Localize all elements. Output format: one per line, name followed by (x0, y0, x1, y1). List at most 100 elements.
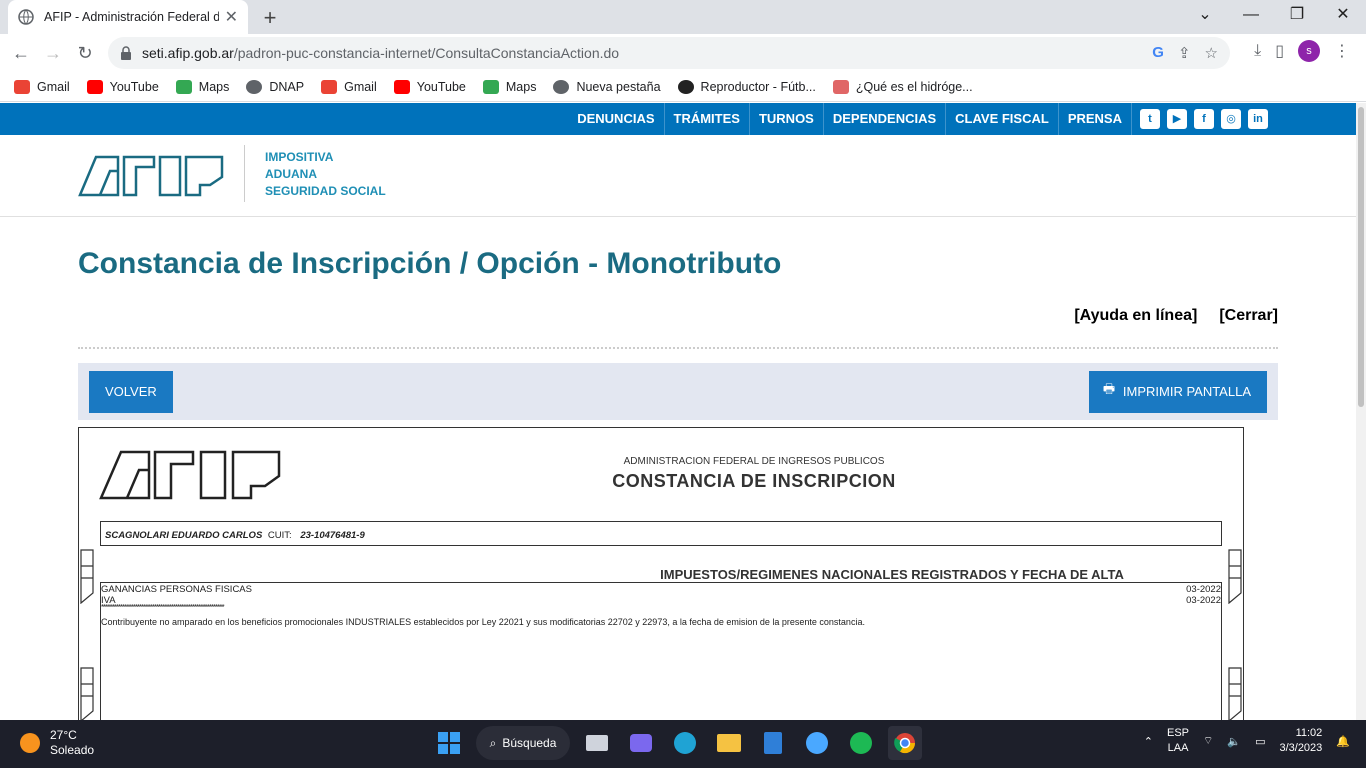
back-button[interactable]: VOLVER (89, 371, 173, 413)
wifi-icon[interactable]: ⌔ (1203, 734, 1213, 748)
maps-app-icon[interactable] (800, 726, 834, 760)
taxpayer-box: SCAGNOLARI EDUARDO CARLOS CUIT: 23-10476… (100, 521, 1222, 546)
tab-search-icon[interactable]: ⌄ (1182, 4, 1228, 26)
tray-chevron-icon[interactable]: ⌃ (1144, 735, 1153, 748)
menu-icon[interactable]: ⋮ (1334, 41, 1350, 61)
linkedin-icon[interactable]: in (1248, 109, 1268, 129)
bookmark-item[interactable]: Reproductor - Fútb... (677, 79, 816, 94)
globe-icon (246, 79, 263, 94)
notepad-icon[interactable] (756, 726, 790, 760)
web-page: DENUNCIAS TRÁMITES TURNOS DEPENDENCIAS CLAVE… (0, 103, 1356, 720)
edge-icon[interactable] (668, 726, 702, 760)
bookmark-item[interactable]: Gmail (14, 79, 70, 94)
clock-time: 11:02 (1295, 727, 1323, 739)
tab-close-icon[interactable]: ✕ (225, 7, 238, 27)
avatar[interactable]: s (1298, 40, 1320, 62)
language-indicator[interactable]: ESP LAA (1167, 726, 1189, 756)
minimize-icon[interactable]: — (1228, 4, 1274, 26)
weather-widget[interactable]: 27°C Soleado (20, 728, 94, 758)
task-view-icon[interactable] (580, 726, 614, 760)
clock[interactable]: 11:02 3/3/2023 (1279, 726, 1322, 756)
file-explorer-icon[interactable] (712, 726, 746, 760)
page-scrollbar[interactable] (1356, 103, 1366, 720)
facebook-icon[interactable]: f (1194, 109, 1214, 129)
bookmark-item[interactable]: Maps (175, 79, 230, 94)
scrollbar-thumb[interactable] (1358, 107, 1364, 407)
bookmark-item[interactable]: Gmail (321, 79, 377, 94)
nav-item[interactable]: DENUNCIAS (568, 103, 665, 135)
nav-item[interactable]: PRENSA (1059, 103, 1132, 135)
url-host: seti.afip.gob.ar (142, 45, 234, 61)
lock-icon (121, 46, 131, 60)
side-panel-icon[interactable]: ▯ (1275, 41, 1284, 61)
help-links: [Ayuda en línea] [Cerrar] (1074, 307, 1278, 325)
back-icon[interactable]: ← (8, 40, 34, 66)
url-path: /padron-puc-constancia-internet/Consulta… (233, 45, 620, 61)
afip-logo[interactable] (78, 155, 224, 197)
temperature: 27°C (50, 728, 77, 742)
instagram-icon[interactable]: ◎ (1221, 109, 1241, 129)
search-label: Búsqueda (502, 736, 557, 750)
separator-line: ****************************************… (101, 603, 225, 612)
bookmark-item[interactable]: YouTube (393, 79, 466, 94)
twitter-icon[interactable]: t (1140, 109, 1160, 129)
header-divider (244, 145, 245, 202)
weather-condition: Soleado (50, 743, 95, 757)
browser-toolbar: ← → ↻ seti.afip.gob.ar/padron-puc-consta… (0, 34, 1366, 72)
taxpayer-name: SCAGNOLARI EDUARDO CARLOS (105, 530, 263, 541)
document-org: ADMINISTRACION FEDERAL DE INGRESOS PUBLI… (623, 456, 885, 467)
bookmark-star-icon[interactable]: ☆ (1205, 44, 1218, 62)
bookmark-label: YouTube (109, 79, 159, 94)
reload-icon[interactable]: ↻ (72, 40, 98, 66)
lang-secondary: LAA (1167, 742, 1189, 754)
maps-icon (482, 79, 499, 94)
bookmark-item[interactable]: YouTube (86, 79, 159, 94)
share-icon[interactable]: ⇪ (1178, 44, 1191, 62)
youtube-icon[interactable]: ▶ (1167, 109, 1187, 129)
close-window-icon[interactable]: ✕ (1320, 4, 1366, 26)
download-icon[interactable]: ⤓ (1254, 42, 1261, 60)
side-watermark-logo (1228, 549, 1242, 604)
battery-icon[interactable]: ▭ (1255, 735, 1265, 748)
forward-icon[interactable]: → (40, 40, 66, 66)
nav-item[interactable]: CLAVE FISCAL (946, 103, 1059, 135)
close-link[interactable]: [Cerrar] (1219, 307, 1278, 325)
notification-icon[interactable]: 🔔 (1336, 735, 1350, 748)
maximize-icon[interactable]: ❐ (1274, 4, 1320, 26)
maps-icon (175, 79, 192, 94)
bookmarks-bar: Gmail YouTube Maps DNAP Gmail YouTube Maps Nuev… (0, 72, 1366, 102)
taskbar-search[interactable]: ⌕ Búsqueda (476, 726, 570, 760)
promotional-note: Contribuyente no amparado en los benefic… (101, 617, 865, 627)
youtube-icon (393, 79, 410, 94)
address-bar[interactable]: seti.afip.gob.ar/padron-puc-constancia-i… (108, 37, 1230, 69)
bookmark-label: Maps (505, 79, 537, 94)
tagline-aduana: ADUANA (265, 167, 317, 181)
tax-name: GANANCIAS PERSONAS FISICAS (101, 584, 252, 595)
header-tagline: IMPOSITIVA ADUANA SEGURIDAD SOCIAL (265, 149, 386, 200)
tagline-seguridad-social: SEGURIDAD SOCIAL (265, 184, 386, 198)
help-link[interactable]: [Ayuda en línea] (1074, 307, 1197, 325)
nav-item[interactable]: TRÁMITES (665, 103, 750, 135)
print-button[interactable]: 🖶 IMPRIMIR PANTALLA (1088, 371, 1267, 413)
meet-icon[interactable] (624, 726, 658, 760)
bookmark-item[interactable]: ¿Qué es el hidróge... (832, 79, 973, 94)
windows-start-icon[interactable] (432, 726, 466, 760)
side-watermark-logo (80, 549, 94, 604)
bookmark-item[interactable]: Maps (482, 79, 537, 94)
volume-icon[interactable]: 🔈 (1227, 735, 1241, 748)
browser-tab[interactable]: AFIP - Administración Federal de ✕ (8, 0, 248, 34)
nav-item[interactable]: DEPENDENCIAS (824, 103, 947, 135)
document-title: CONSTANCIA DE INSCRIPCION (612, 471, 896, 491)
new-tab-icon[interactable]: + (258, 5, 282, 31)
chrome-icon[interactable] (888, 726, 922, 760)
lang-primary: ESP (1167, 727, 1190, 739)
sun-icon (20, 733, 40, 753)
bookmark-label: YouTube (416, 79, 466, 94)
google-icon[interactable]: G (1152, 44, 1164, 62)
tagline-impositiva: IMPOSITIVA (265, 150, 334, 164)
spotify-icon[interactable] (844, 726, 878, 760)
bookmark-item[interactable]: DNAP (246, 79, 304, 94)
bookmark-label: Maps (198, 79, 230, 94)
bookmark-item[interactable]: Nueva pestaña (553, 79, 661, 94)
nav-item[interactable]: TURNOS (750, 103, 824, 135)
